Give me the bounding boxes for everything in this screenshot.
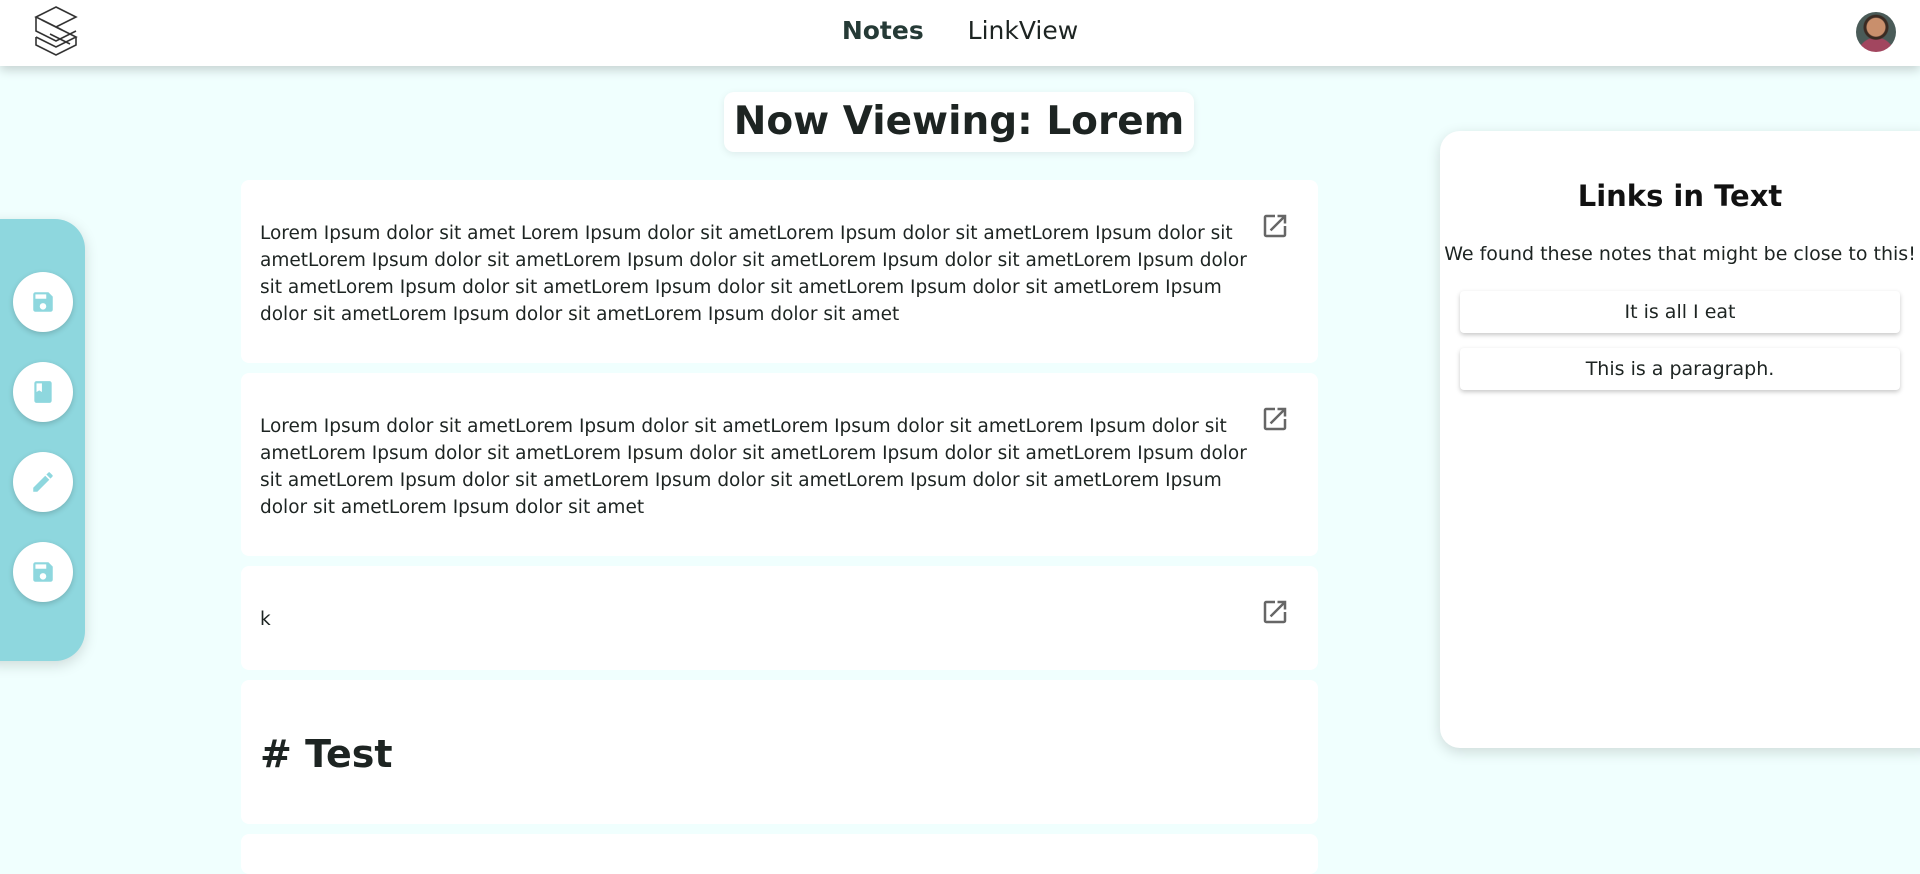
links-panel-title: Links in Text bbox=[1577, 179, 1783, 213]
related-note-button[interactable]: It is all I eat bbox=[1460, 291, 1900, 333]
save-icon bbox=[33, 292, 53, 312]
book-icon bbox=[34, 381, 52, 403]
links-panel: Links in Text We found these notes that … bbox=[1440, 131, 1920, 748]
note-text: k bbox=[260, 609, 271, 630]
user-avatar[interactable] bbox=[1856, 12, 1896, 52]
top-navbar: Notes LinkView bbox=[0, 0, 1920, 66]
notebook-button[interactable] bbox=[13, 362, 73, 422]
links-panel-subtitle: We found these notes that might be close… bbox=[1444, 243, 1916, 265]
note-card[interactable]: Lorem Ipsum dolor sit ametLorem Ipsum do… bbox=[241, 373, 1318, 556]
nav-notes-link[interactable]: Notes bbox=[842, 16, 924, 45]
pencil-icon bbox=[33, 472, 53, 492]
open-in-new-icon[interactable] bbox=[1260, 597, 1290, 627]
note-text: Lorem Ipsum dolor sit amet Lorem Ipsum d… bbox=[260, 223, 1247, 325]
side-toolbar bbox=[0, 219, 85, 661]
note-card[interactable]: # Test bbox=[241, 680, 1318, 824]
open-in-new-icon[interactable] bbox=[1260, 404, 1290, 434]
note-card[interactable]: k bbox=[241, 566, 1318, 670]
save-all-button[interactable] bbox=[13, 542, 73, 602]
save-icon bbox=[33, 562, 53, 582]
page-title: Now Viewing: Lorem bbox=[724, 92, 1194, 152]
main-nav: Notes LinkView bbox=[0, 16, 1920, 45]
note-heading: # Test bbox=[260, 732, 393, 776]
edit-button[interactable] bbox=[13, 452, 73, 512]
related-note-button[interactable]: This is a paragraph. bbox=[1460, 348, 1900, 390]
open-in-new-icon[interactable] bbox=[1260, 211, 1290, 241]
note-text: Lorem Ipsum dolor sit ametLorem Ipsum do… bbox=[260, 416, 1247, 518]
save-button[interactable] bbox=[13, 272, 73, 332]
note-card[interactable] bbox=[241, 834, 1318, 874]
nav-linkview-link[interactable]: LinkView bbox=[968, 16, 1079, 45]
note-card[interactable]: Lorem Ipsum dolor sit amet Lorem Ipsum d… bbox=[241, 180, 1318, 363]
